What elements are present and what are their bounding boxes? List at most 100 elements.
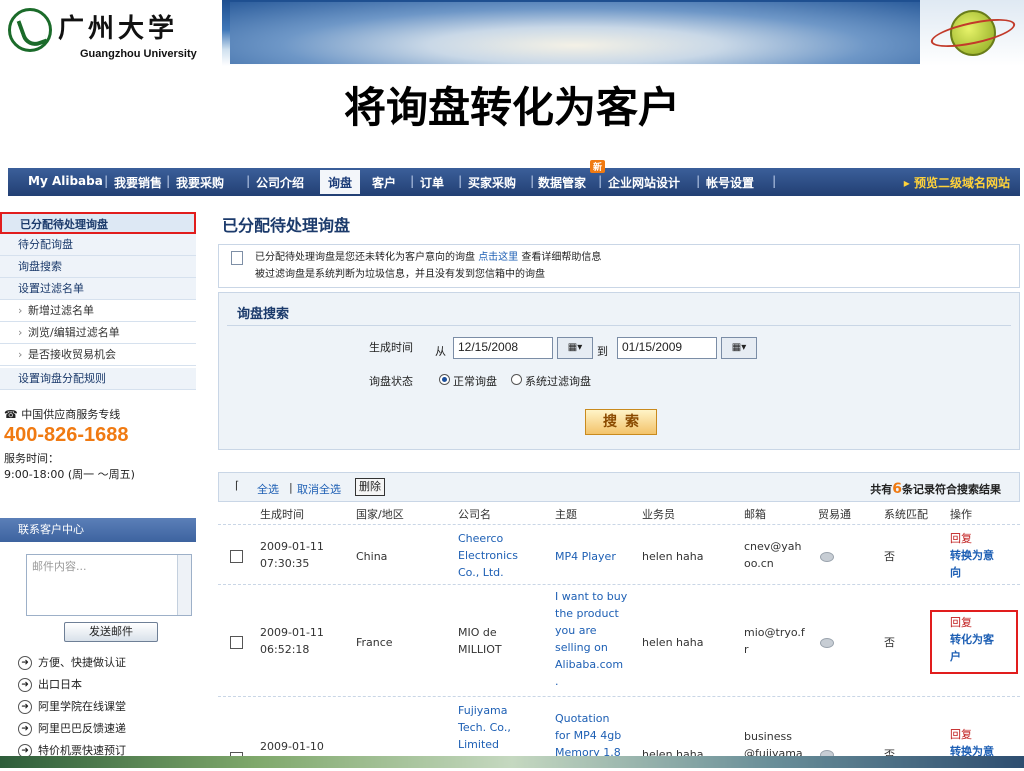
document-icon [231,251,243,265]
logo: 广州大学 Guangzhou University [0,0,222,66]
main-content: 已分配待处理询盘 已分配待处理询盘是您还未转化为客户意向的询盘 点击这里 查看详… [218,208,1022,769]
delete-button[interactable]: 删除 [355,478,385,496]
sidebar-link-feedback[interactable]: ➜ 阿里巴巴反馈速递 [18,720,126,736]
nav-account-settings[interactable]: 帐号设置 [706,174,754,191]
calendar-icon[interactable]: ▦▾ [721,337,757,359]
mail-scrollbar[interactable] [177,555,191,615]
sidebar-item-unassigned-inquiries[interactable]: 待分配询盘 [0,234,196,256]
sidebar-item-assigned-inquiries[interactable]: 已分配待处理询盘 [0,212,196,234]
row-divider [218,524,1020,525]
help-link[interactable]: 点击这里 [478,252,518,263]
trademanager-chat-icon[interactable] [820,638,834,648]
row-divider [218,584,1020,585]
row-email: mio@tryo.f r [744,624,805,658]
deselect-all-link[interactable]: 取消全选 [297,481,341,497]
send-mail-button[interactable]: 发送邮件 [64,622,158,642]
email-line: cnev@yah [744,540,802,553]
header-banner: 广州大学 Guangzhou University [0,0,1024,66]
row-divider [218,696,1020,697]
mail-content-textarea[interactable]: 邮件内容... [26,554,192,616]
row-match: 否 [884,550,895,563]
result-count-number: 6 [892,481,902,497]
row-time: 2009-01-10 [260,738,324,755]
status-filtered-label: 系统过滤询盘 [525,375,591,388]
sidebar-item-add-filter[interactable]: 新增过滤名单 [0,300,196,322]
notice-line-2: 被过滤询盘是系统判断为垃圾信息，并且没有发到您信箱中的询盘 [255,269,545,280]
row-company-link[interactable]: Fujiyama Tech. Co., Limited [458,702,511,753]
reply-link[interactable]: 回复 [950,726,994,743]
to-label: 到 [597,345,608,358]
sidebar-item-assign-rules[interactable]: 设置询盘分配规则 [0,368,196,390]
nav-company-intro[interactable]: 公司介绍 [256,174,304,191]
subject-line: the product [555,607,619,620]
company-line: Electronics [458,549,518,562]
row-checkbox[interactable] [230,636,243,649]
status-filtered-radio[interactable] [511,374,522,385]
company-line: Co., Ltd. [458,566,504,579]
row-salesperson: helen haha [642,550,704,563]
calendar-icon[interactable]: ▦▾ [557,337,593,359]
select-all-link[interactable]: 全选 [257,481,279,497]
status-normal-radio[interactable] [439,374,450,385]
nav-order[interactable]: 订单 [420,174,444,191]
nav-website-design[interactable]: 企业网站设计 [608,174,680,191]
service-hours-label: 服务时间： [4,452,59,465]
sidebar-item-receive-trade-leads[interactable]: 是否接收贸易机会 [0,344,196,366]
row-time-clock: 07:30:35 [260,557,310,570]
search-button[interactable]: 搜索 [585,409,657,435]
from-date-input[interactable]: 12/15/2008 [453,337,553,359]
nav-preview-domain-link[interactable]: ▸ 预览二级域名网站 [904,174,1010,191]
row-country: France [356,636,393,649]
nav-separator: | [598,174,603,188]
column-header-email: 邮箱 [744,508,766,521]
nav-inquiry[interactable]: 询盘 [320,170,361,194]
row-company-link[interactable]: Cheerco Electronics Co., Ltd. [458,530,518,581]
contact-center-header: 联系客户中心 [0,518,196,542]
nav-buyer-purchase[interactable]: 买家采购 [468,174,516,191]
arrow-right-icon: ➜ [18,700,32,714]
row-time-date: 2009-01-10 [260,740,324,753]
to-date-input[interactable]: 01/15/2009 [617,337,717,359]
row-time-date: 2009-01-11 [260,626,324,639]
column-header-company: 公司名 [458,508,491,521]
trademanager-chat-icon[interactable] [820,552,834,562]
row-match: 否 [884,636,895,649]
nav-preview-domain-label: 预览二级域名网站 [913,176,1010,190]
column-header-time: 生成时间 [260,508,304,521]
subject-line: Alibaba.com [555,658,624,671]
column-header-trademanager: 贸易通 [818,508,851,521]
hotline-label: ☎ 中国供应商服务专线 [4,406,120,422]
reply-link[interactable]: 回复 [950,530,994,547]
sidebar-item-edit-filter[interactable]: 浏览/编辑过滤名单 [0,322,196,344]
result-count-pre: 共有 [870,483,893,496]
convert-link[interactable]: 转换为意向 [950,547,994,581]
sidebar-link-export-japan[interactable]: ➜ 出口日本 [18,676,82,692]
nav-sell[interactable]: 我要销售 [114,174,162,191]
left-sidebar: 已分配待处理询盘 待分配询盘 询盘搜索 设置过滤名单 新增过滤名单 浏览/编辑过… [0,208,198,768]
row-time-date: 2009-01-11 [260,540,324,553]
row-time: 2009-01-11 06:52:18 [260,624,324,658]
from-label: 从 [435,345,446,358]
sidebar-link-online-classroom[interactable]: ➜ 阿里学院在线课堂 [18,698,126,714]
nav-separator: | [458,174,463,188]
sidebar-link-label: 出口日本 [38,678,82,691]
nav-customer[interactable]: 客户 [372,174,396,191]
highlight-box [930,610,1018,674]
row-country: China [356,550,388,563]
result-count-post: 条记录符合搜索结果 [902,483,1001,496]
column-header-action: 操作 [950,508,972,521]
nav-buy[interactable]: 我要采购 [176,174,224,191]
row-subject-link[interactable]: MP4 Player [555,548,616,565]
sidebar-item-filter-list[interactable]: 设置过滤名单 [0,278,196,300]
subject-line: . [555,675,559,688]
row-subject-link[interactable]: I want to buy the product you are selling o… [555,588,627,690]
row-subject-link[interactable]: Quotation for MP4 4gb Memory 1.8 [555,710,621,761]
sidebar-item-inquiry-search[interactable]: 询盘搜索 [0,256,196,278]
nav-my-alibaba[interactable]: My Alibaba [28,174,103,188]
sidebar-link-certification[interactable]: ➜ 方便、快捷做认证 [18,654,126,670]
logo-chinese-name: 广州大学 [58,14,179,44]
column-header-match: 系统匹配 [884,508,928,521]
nav-data-manager[interactable]: 数据管家 [538,174,586,191]
row-checkbox[interactable] [230,550,243,563]
toolbar-separator: | [289,481,293,494]
